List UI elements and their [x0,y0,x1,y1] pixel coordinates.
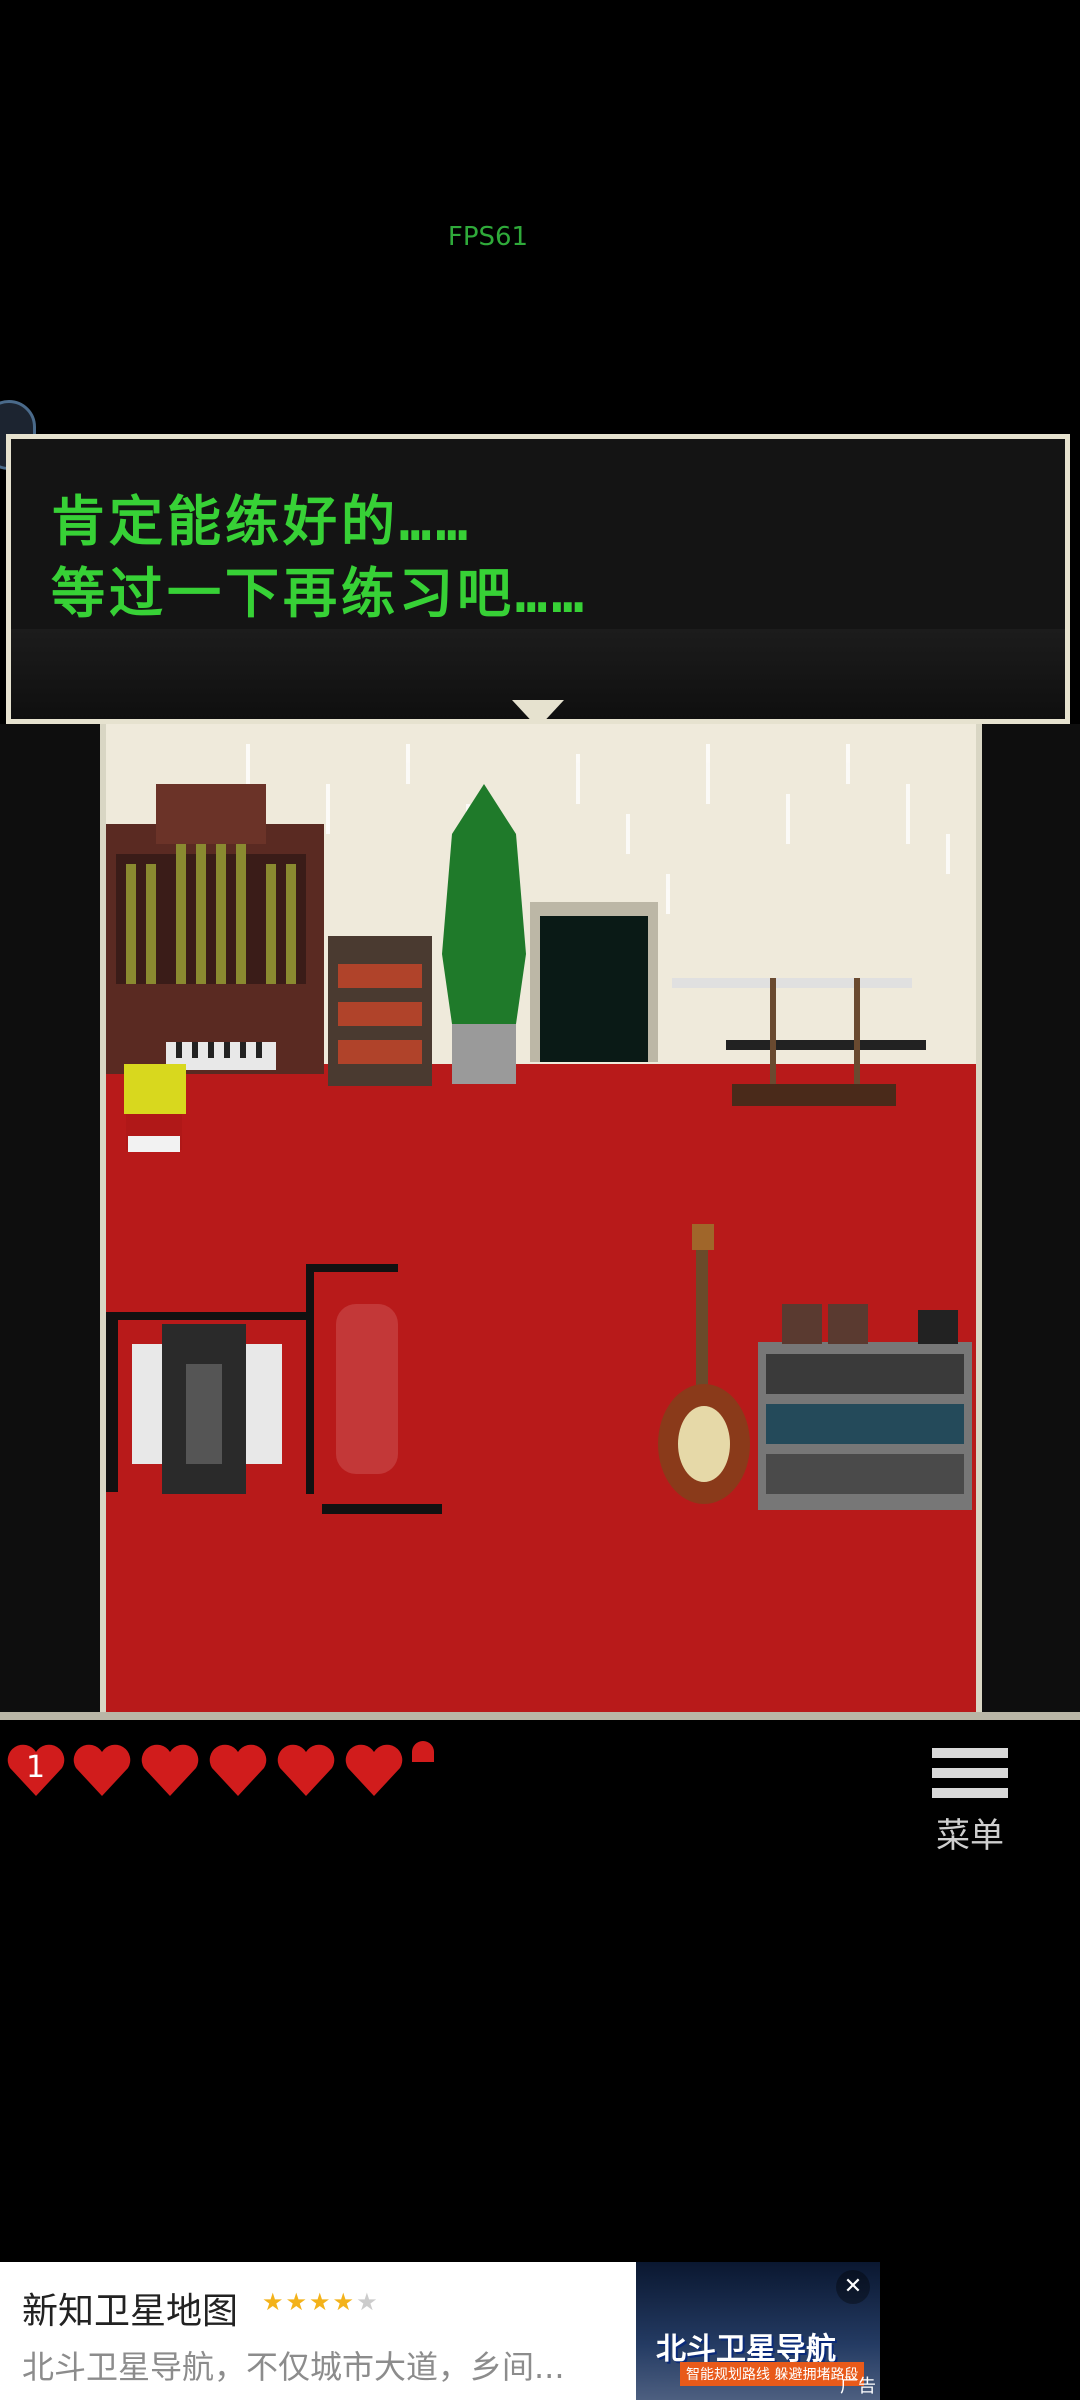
fps-counter: FPS61 [447,222,529,252]
menu-button[interactable]: 菜单 [930,1748,1010,1857]
hud-divider [0,1712,1080,1720]
ad-image[interactable]: ✕ 北斗卫星导航 智能规划路线 躲避拥堵路段 广告 [636,2262,880,2400]
menu-label: 菜单 [936,1816,1004,1856]
close-icon[interactable]: ✕ [836,2270,870,2304]
room-frame-left [0,724,106,1712]
heart-icon [72,1740,132,1800]
ad-title: 新知卫星地图 [22,2291,239,2332]
hamburger-icon [930,1748,1010,1798]
bookshelf[interactable] [328,936,432,1086]
heart-icon [276,1740,336,1800]
heart-icon: 1 [6,1740,66,1800]
ad-tag: 广告 [840,2376,876,2397]
dialog-box[interactable]: 肯定能练好的…… 等过一下再练习吧…… [6,434,1070,724]
heart-count: 1 [26,1750,46,1785]
game-room-scene[interactable] [106,724,976,1712]
room-frame-right [976,724,1080,1712]
equipment-shelf[interactable] [758,1304,972,1510]
room-svg [106,724,976,1712]
ad-image-subtext: 智能规划路线 躲避拥堵路段 [680,2362,865,2386]
ad-banner[interactable]: 新知卫星地图 ★★★★★ 北斗卫星导航，不仅城市大道，乡间... ✕ 北斗卫星导… [0,2262,880,2400]
ad-description: 北斗卫星导航，不仅城市大道，乡间... [22,2348,565,2386]
player-character[interactable] [124,1064,186,1152]
pipe-organ[interactable] [106,784,324,1074]
dialog-line-2: 等过一下再练习吧…… [51,562,589,625]
dialog-line-1: 肯定能练好的…… [51,490,473,553]
partial-heart-icon [408,1740,438,1770]
health-hearts: 1 [0,1740,480,1810]
doorway[interactable] [530,902,658,1062]
ad-rating-stars: ★★★★★ [262,2288,380,2316]
heart-icon [140,1740,200,1800]
heart-icon [344,1740,404,1800]
heart-icon [208,1740,268,1800]
